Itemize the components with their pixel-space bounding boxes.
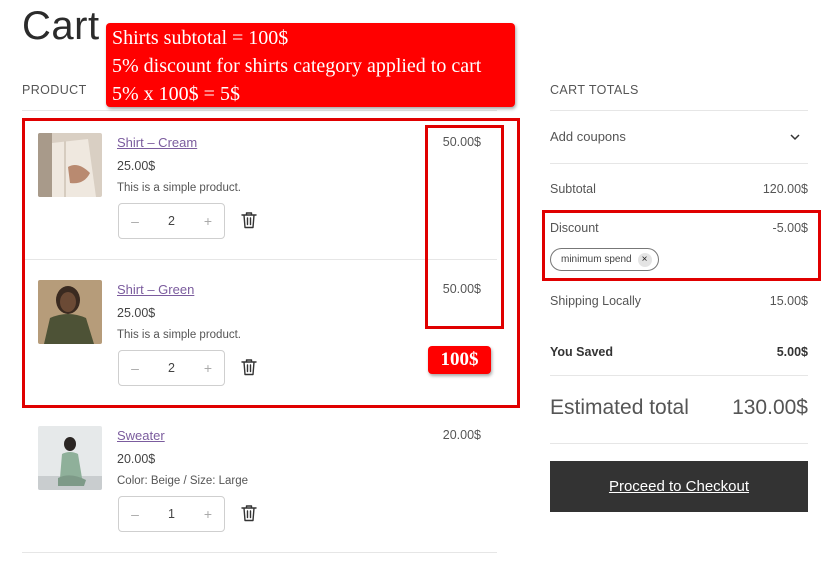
subtotal-label: Subtotal — [550, 182, 596, 196]
note-line: Shirts subtotal = 100$ — [112, 27, 289, 49]
product-description: Color: Beige / Size: Large — [117, 475, 249, 487]
note-line: 5% x 100$ = 5$ — [112, 83, 240, 105]
cart-item-sweater: Sweater 20.00$ Color: Beige / Size: Larg… — [22, 426, 497, 536]
shirt-totals-highlight-box — [425, 125, 504, 329]
estimated-total-label: Estimated total — [550, 396, 689, 419]
product-column-header: PRODUCT — [22, 83, 87, 97]
divider — [550, 375, 808, 376]
you-saved-value: 5.00$ — [776, 345, 808, 359]
shirts-sum-note: 100$ — [428, 346, 491, 374]
estimated-total-value: 130.00$ — [732, 396, 808, 419]
divider — [550, 443, 808, 444]
quantity-value[interactable]: 1 — [168, 507, 175, 521]
increase-quantity-button[interactable]: + — [202, 506, 214, 522]
quantity-stepper: – 1 + — [118, 496, 225, 532]
you-saved-label: You Saved — [550, 345, 613, 359]
proceed-to-checkout-button[interactable]: Proceed to Checkout — [550, 461, 808, 512]
chevron-down-icon[interactable] — [790, 132, 800, 142]
page-title: Cart — [22, 4, 100, 48]
product-thumbnail[interactable] — [38, 426, 102, 490]
shipping-value: 15.00$ — [769, 294, 808, 308]
divider — [550, 163, 808, 164]
divider — [22, 552, 497, 553]
trash-icon[interactable] — [241, 504, 257, 522]
discount-explanation-note: Shirts subtotal = 100$ 5% discount for s… — [106, 23, 515, 107]
decrease-quantity-button[interactable]: – — [129, 506, 141, 522]
product-unit-price: 20.00$ — [117, 452, 156, 466]
divider — [550, 110, 808, 111]
shipping-label: Shipping Locally — [550, 294, 642, 308]
product-name-link[interactable]: Sweater — [117, 428, 165, 443]
discount-highlight-box — [542, 210, 821, 281]
note-line: 5% discount for shirts category applied … — [112, 55, 482, 77]
subtotal-value: 120.00$ — [762, 182, 808, 196]
divider — [22, 110, 497, 111]
add-coupons-toggle[interactable]: Add coupons — [550, 129, 626, 144]
line-total: 20.00$ — [442, 428, 481, 442]
